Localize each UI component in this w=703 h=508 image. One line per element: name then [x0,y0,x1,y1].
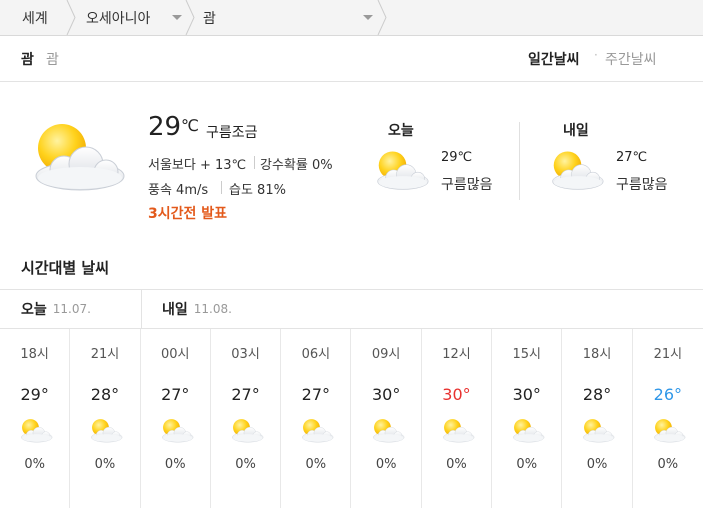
wind-speed: 풍속 4m/s [148,183,209,198]
breadcrumb-separator-icon [377,0,387,35]
hourly-item: 09시 30° 0% [352,329,422,508]
current-temperature-unit: ℃ [181,116,199,135]
partly-cloudy-icon [506,417,548,445]
hourly-temperature: 30° [442,385,471,404]
partly-cloudy-icon [365,148,435,194]
date-value: 11.08. [193,302,232,316]
hourly-temperature: 26° [653,385,683,404]
hourly-time: 21시 [653,347,683,362]
partly-cloudy-icon [84,417,126,445]
hourly-precipitation: 0% [94,457,116,472]
hourly-temperature: 28° [582,385,612,404]
hourly-precipitation: 0% [657,457,679,472]
chevron-down-icon [172,15,182,20]
date-today: 오늘 11.07. [21,290,91,328]
divider [254,156,255,169]
breadcrumb-separator-icon [185,0,195,35]
hourly-precipitation: 0% [586,457,608,472]
breadcrumb-region-dropdown[interactable]: 오세아니아 [86,0,184,35]
compare-seoul: 서울보다 + 13℃ [148,158,247,173]
location-bar: 괌 괌 일간날씨 · 주간날씨 [0,36,703,82]
date-label: 내일 [162,302,188,318]
hourly-item: 18시 29° 0% [0,329,71,508]
hourly-temperature: 29° [20,385,49,404]
date-value: 11.07. [52,302,91,316]
breadcrumb-city-label: 괌 [203,10,216,27]
breadcrumb-world[interactable]: 세계 [22,0,48,35]
hourly-precipitation: 0% [164,457,186,472]
current-temperature: 29 [148,112,182,142]
partly-cloudy-icon [540,148,610,194]
humidity: 습도 81% [229,183,286,198]
hourly-time: 09시 [371,347,401,362]
daily-weather-tab[interactable]: 일간날씨 [528,49,580,69]
divider [141,290,142,328]
hourly-time: 06시 [301,347,331,362]
date-tomorrow: 내일 11.08. [162,290,232,328]
partly-cloudy-icon [436,417,478,445]
location-name: 괌 [21,52,34,68]
hourly-item: 18시 28° 0% [562,329,633,508]
hourly-precipitation: 0% [305,457,327,472]
tomorrow-temperature: 27℃ [616,150,648,165]
hourly-precipitation: 0% [235,457,256,472]
weekly-weather-tab[interactable]: 주간날씨 [605,49,657,69]
hourly-time: 18시 [20,347,49,362]
tomorrow-title: 내일 [563,123,589,139]
hourly-temperature: 27° [301,385,331,404]
partly-cloudy-icon [155,417,197,445]
date-label: 오늘 [21,302,47,318]
hourly-time: 18시 [582,347,612,362]
breadcrumb-separator-icon [66,0,76,35]
partly-cloudy-icon [366,417,408,445]
hourly-time: 03시 [231,347,260,362]
divider [519,122,520,200]
hourly-item: 12시 30° 0% [422,329,493,508]
today-temperature: 29℃ [441,150,473,165]
today-condition: 구름많음 [441,177,493,193]
partly-cloudy-icon [295,417,337,445]
hourly-precipitation: 0% [375,457,397,472]
divider [221,181,222,194]
hourly-time: 21시 [90,347,120,362]
hourly-time: 12시 [442,347,471,362]
current-condition: 구름조금 [206,125,258,141]
hourly-item: 06시 27° 0% [281,329,352,508]
hourly-temperature: 27° [231,385,260,404]
breadcrumb-world-label: 세계 [22,10,48,27]
hourly-temperature: 28° [90,385,120,404]
hourly-time: 15시 [512,347,541,362]
chevron-down-icon [363,15,373,20]
announcement-time: 3시간전 발표 [148,206,228,222]
hourly-item: 15시 30° 0% [492,329,563,508]
tomorrow-condition: 구름많음 [616,177,668,193]
hourly-item: 21시 26° 0% [633,329,703,508]
partly-cloudy-icon [225,417,267,445]
hourly-temperature: 30° [371,385,401,404]
today-title: 오늘 [388,123,414,139]
breadcrumb-city-dropdown[interactable]: 괌 [203,0,379,35]
breadcrumb-region-label: 오세아니아 [86,10,151,27]
partly-cloudy-icon [14,417,56,445]
location-subname: 괌 [46,52,59,68]
hourly-precipitation: 0% [24,457,45,472]
partly-cloudy-icon [20,118,130,198]
hourly-weather-title: 시간대별 날씨 [21,259,110,277]
hourly-item: 03시 27° 0% [211,329,282,508]
hourly-precipitation: 0% [446,457,467,472]
hourly-item: 00시 27° 0% [141,329,211,508]
tab-separator: · [594,48,598,62]
precipitation-probability: 강수확률 0% [260,158,333,173]
hourly-date-row: 오늘 11.07. 내일 11.08. [0,289,703,329]
hourly-precipitation: 0% [516,457,538,472]
hourly-time: 00시 [160,347,190,362]
partly-cloudy-icon [647,417,689,445]
hourly-temperature: 30° [512,385,541,404]
hourly-temperature: 27° [161,385,190,404]
breadcrumb: 세계 오세아니아 괌 [0,0,703,36]
partly-cloudy-icon [576,417,618,445]
hourly-item: 21시 28° 0% [70,329,141,508]
